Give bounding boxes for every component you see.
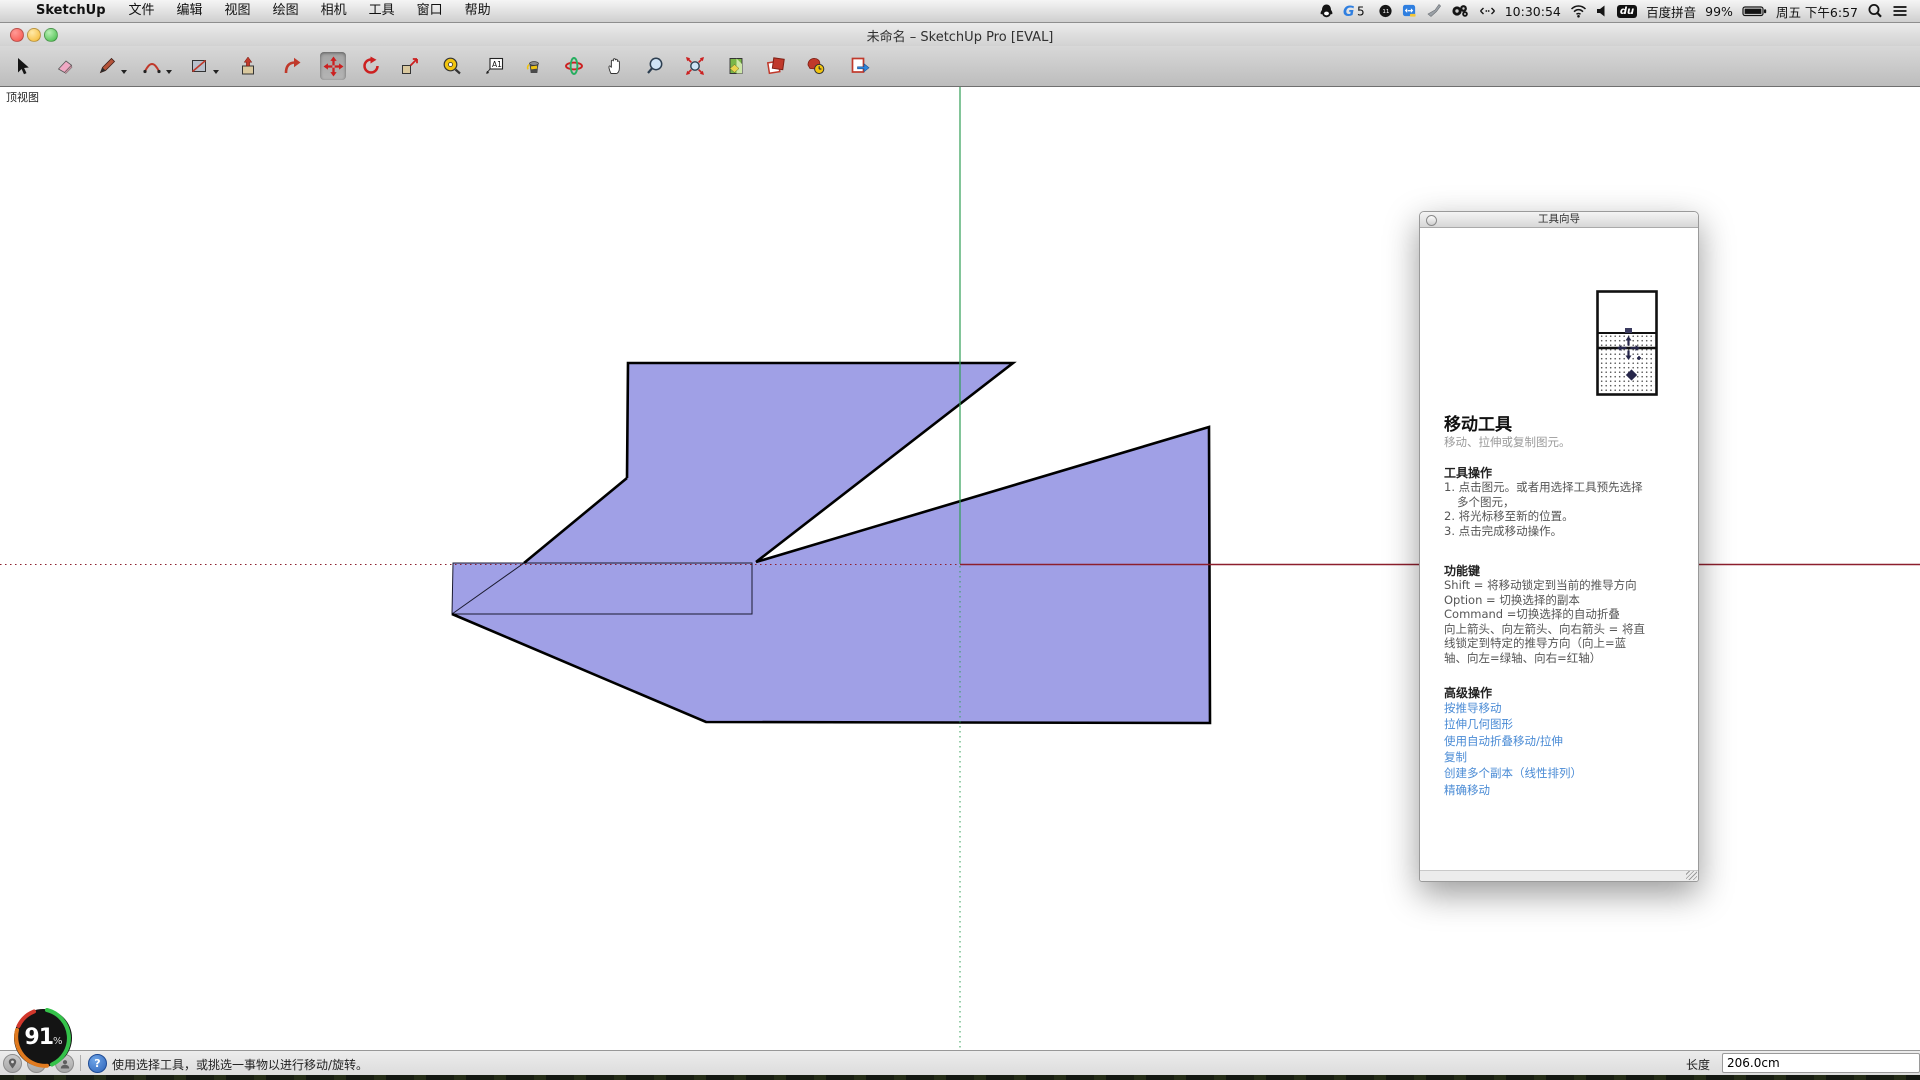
instructor-heading: 移动工具	[1444, 410, 1512, 435]
tool-rectangle-button[interactable]	[186, 52, 212, 80]
modifier-line: Shift = 将移动锁定到当前的推导方向	[1444, 578, 1637, 593]
instructor-close-button[interactable]	[1426, 215, 1437, 226]
svg-text:5: 5	[1357, 5, 1365, 19]
volume-icon[interactable]	[1596, 3, 1608, 19]
tool-pan-button[interactable]	[602, 52, 628, 80]
advanced-link[interactable]: 创建多个副本（线性排列）	[1444, 765, 1582, 781]
tool-photo-textures-button[interactable]	[803, 52, 829, 80]
clock-time[interactable]: 10:30:54	[1505, 4, 1561, 19]
status-bar: ? 使用选择工具，或挑选一事物以进行移动/旋转。 长度	[0, 1050, 1920, 1076]
menubar-date[interactable]: 周五 下午6:57	[1776, 2, 1858, 21]
window-title-bar[interactable]: 未命名 – SketchUp Pro [EVAL]	[0, 22, 1920, 47]
svg-text:G: G	[1343, 4, 1355, 19]
tool-rotate-button[interactable]	[358, 52, 384, 80]
tool-tape-measure-button[interactable]	[439, 52, 465, 80]
menu-camera[interactable]: 相机	[310, 0, 358, 22]
view-name-label: 顶视图	[6, 89, 39, 105]
statusbar-divider	[80, 1055, 81, 1071]
menu-edit[interactable]: 编辑	[166, 0, 214, 22]
tool-paint-bucket-button[interactable]	[521, 52, 547, 80]
operations-line: 多个图元，	[1457, 495, 1515, 510]
tool-terrain-button[interactable]	[723, 52, 749, 80]
resize-grip-icon[interactable]	[1686, 871, 1697, 880]
badge-unit: %	[53, 1036, 62, 1047]
tool-arc-button[interactable]	[139, 52, 165, 80]
help-button[interactable]: ?	[88, 1054, 107, 1073]
tool-share-model-button[interactable]	[847, 52, 873, 80]
g-input-icon[interactable]: G5	[1343, 3, 1369, 19]
instructor-title: 工具向导	[1538, 213, 1580, 225]
menu-file[interactable]: 文件	[118, 0, 166, 22]
tool-eraser-button[interactable]	[52, 52, 78, 80]
tool-move-button[interactable]	[320, 52, 346, 80]
ime-label[interactable]: 百度拼音	[1646, 2, 1696, 21]
tool-line-button[interactable]	[94, 52, 120, 80]
advanced-section-title: 高级操作	[1444, 684, 1492, 701]
tool-get-models-button[interactable]	[763, 52, 789, 80]
menu-view[interactable]: 视图	[214, 0, 262, 22]
window-title: 未命名 – SketchUp Pro [EVAL]	[0, 26, 1920, 45]
svg-text:11: 11	[1382, 9, 1390, 15]
instructor-subtitle: 移动、拉伸或复制图元。	[1444, 434, 1571, 450]
gears-icon[interactable]	[1451, 3, 1470, 19]
modifier-line: 轴、向左=绿轴、向右=红轴）	[1444, 651, 1601, 666]
tool-zoom-extents-button[interactable]	[682, 52, 708, 80]
bubble-11-icon[interactable]: 11	[1378, 3, 1393, 19]
menu-bar: SketchUp 文件 编辑 视图 绘图 相机 工具 窗口 帮助 G5 11 1…	[0, 0, 1920, 23]
operations-line: 3. 点击完成移动操作。	[1444, 524, 1562, 539]
ime-badge[interactable]: du	[1617, 5, 1637, 18]
modifier-section-title: 功能键	[1444, 562, 1480, 579]
modifier-line: Command =切换选择的自动折叠	[1444, 607, 1620, 622]
statusbar-hint: 使用选择工具，或挑选一事物以进行移动/旋转。	[112, 1056, 368, 1073]
arc-dropdown-caret[interactable]	[166, 70, 172, 74]
network-arrows-icon[interactable]	[1479, 3, 1496, 19]
dock-edge[interactable]	[0, 1075, 1920, 1080]
app-menu[interactable]: SketchUp	[24, 0, 118, 22]
battery-percent: 99%	[1705, 4, 1733, 19]
line-dropdown-caret[interactable]	[121, 70, 127, 74]
advanced-link[interactable]: 使用自动折叠移动/拉伸	[1444, 733, 1563, 749]
modifier-line: 向上箭头、向左箭头、向右箭头 = 将直	[1444, 622, 1645, 637]
measurement-input[interactable]	[1722, 1053, 1920, 1073]
badge-value: 91	[24, 1025, 53, 1050]
teamviewer-icon[interactable]	[1402, 3, 1417, 19]
tool-text-button[interactable]: A1	[481, 52, 507, 80]
modifier-line: 线锁定到特定的推导方向（向上=蓝	[1444, 636, 1626, 651]
operations-line: 2. 将光标移至新的位置。	[1444, 509, 1574, 524]
qq-icon[interactable]	[1319, 3, 1334, 19]
megaphone-icon[interactable]	[1426, 3, 1442, 19]
battery-icon[interactable]	[1742, 3, 1767, 19]
menu-window[interactable]: 窗口	[406, 0, 454, 22]
tool-scale-button[interactable]	[397, 52, 423, 80]
menu-tools[interactable]: 工具	[358, 0, 406, 22]
menu-help[interactable]: 帮助	[454, 0, 502, 22]
tool-orbit-button[interactable]	[561, 52, 587, 80]
advanced-link[interactable]: 复制	[1444, 749, 1467, 765]
tool-followme-button[interactable]	[279, 52, 305, 80]
spotlight-icon[interactable]	[1867, 3, 1883, 19]
wifi-icon[interactable]	[1570, 3, 1587, 19]
toolbar: A1	[0, 46, 1920, 87]
advanced-link[interactable]: 精确移动	[1444, 782, 1490, 798]
menu-draw[interactable]: 绘图	[262, 0, 310, 22]
desktop: { "menubar": { "app_name": "SketchUp", "…	[0, 0, 1920, 1080]
tool-pushpull-button[interactable]	[235, 52, 261, 80]
rectangle-dropdown-caret[interactable]	[213, 70, 219, 74]
operations-line: 1. 点击图元。或者用选择工具预先选择	[1444, 480, 1643, 495]
instructor-scrollbar-track[interactable]	[1420, 870, 1698, 881]
advanced-link[interactable]: 按推导移动	[1444, 700, 1502, 716]
operations-section-title: 工具操作	[1444, 464, 1492, 481]
move-tool-animation	[1596, 290, 1658, 396]
measurement-label: 长度	[1686, 1056, 1710, 1073]
instructor-title-bar[interactable]: 工具向导	[1420, 212, 1698, 228]
battery-percent-badge[interactable]: 91%	[11, 1006, 75, 1070]
modifier-line: Option = 切换选择的副本	[1444, 593, 1580, 608]
tool-zoom-button[interactable]	[642, 52, 668, 80]
instructor-panel[interactable]: 工具向导 移动工具 移动、拉伸或复制图元。 工具操作 1. 点击图元。或者用选择…	[1419, 211, 1699, 882]
tool-select-button[interactable]	[9, 52, 35, 80]
notification-center-icon[interactable]	[1892, 3, 1908, 19]
advanced-link[interactable]: 拉伸几何图形	[1444, 716, 1513, 732]
svg-text:A1: A1	[492, 60, 502, 69]
